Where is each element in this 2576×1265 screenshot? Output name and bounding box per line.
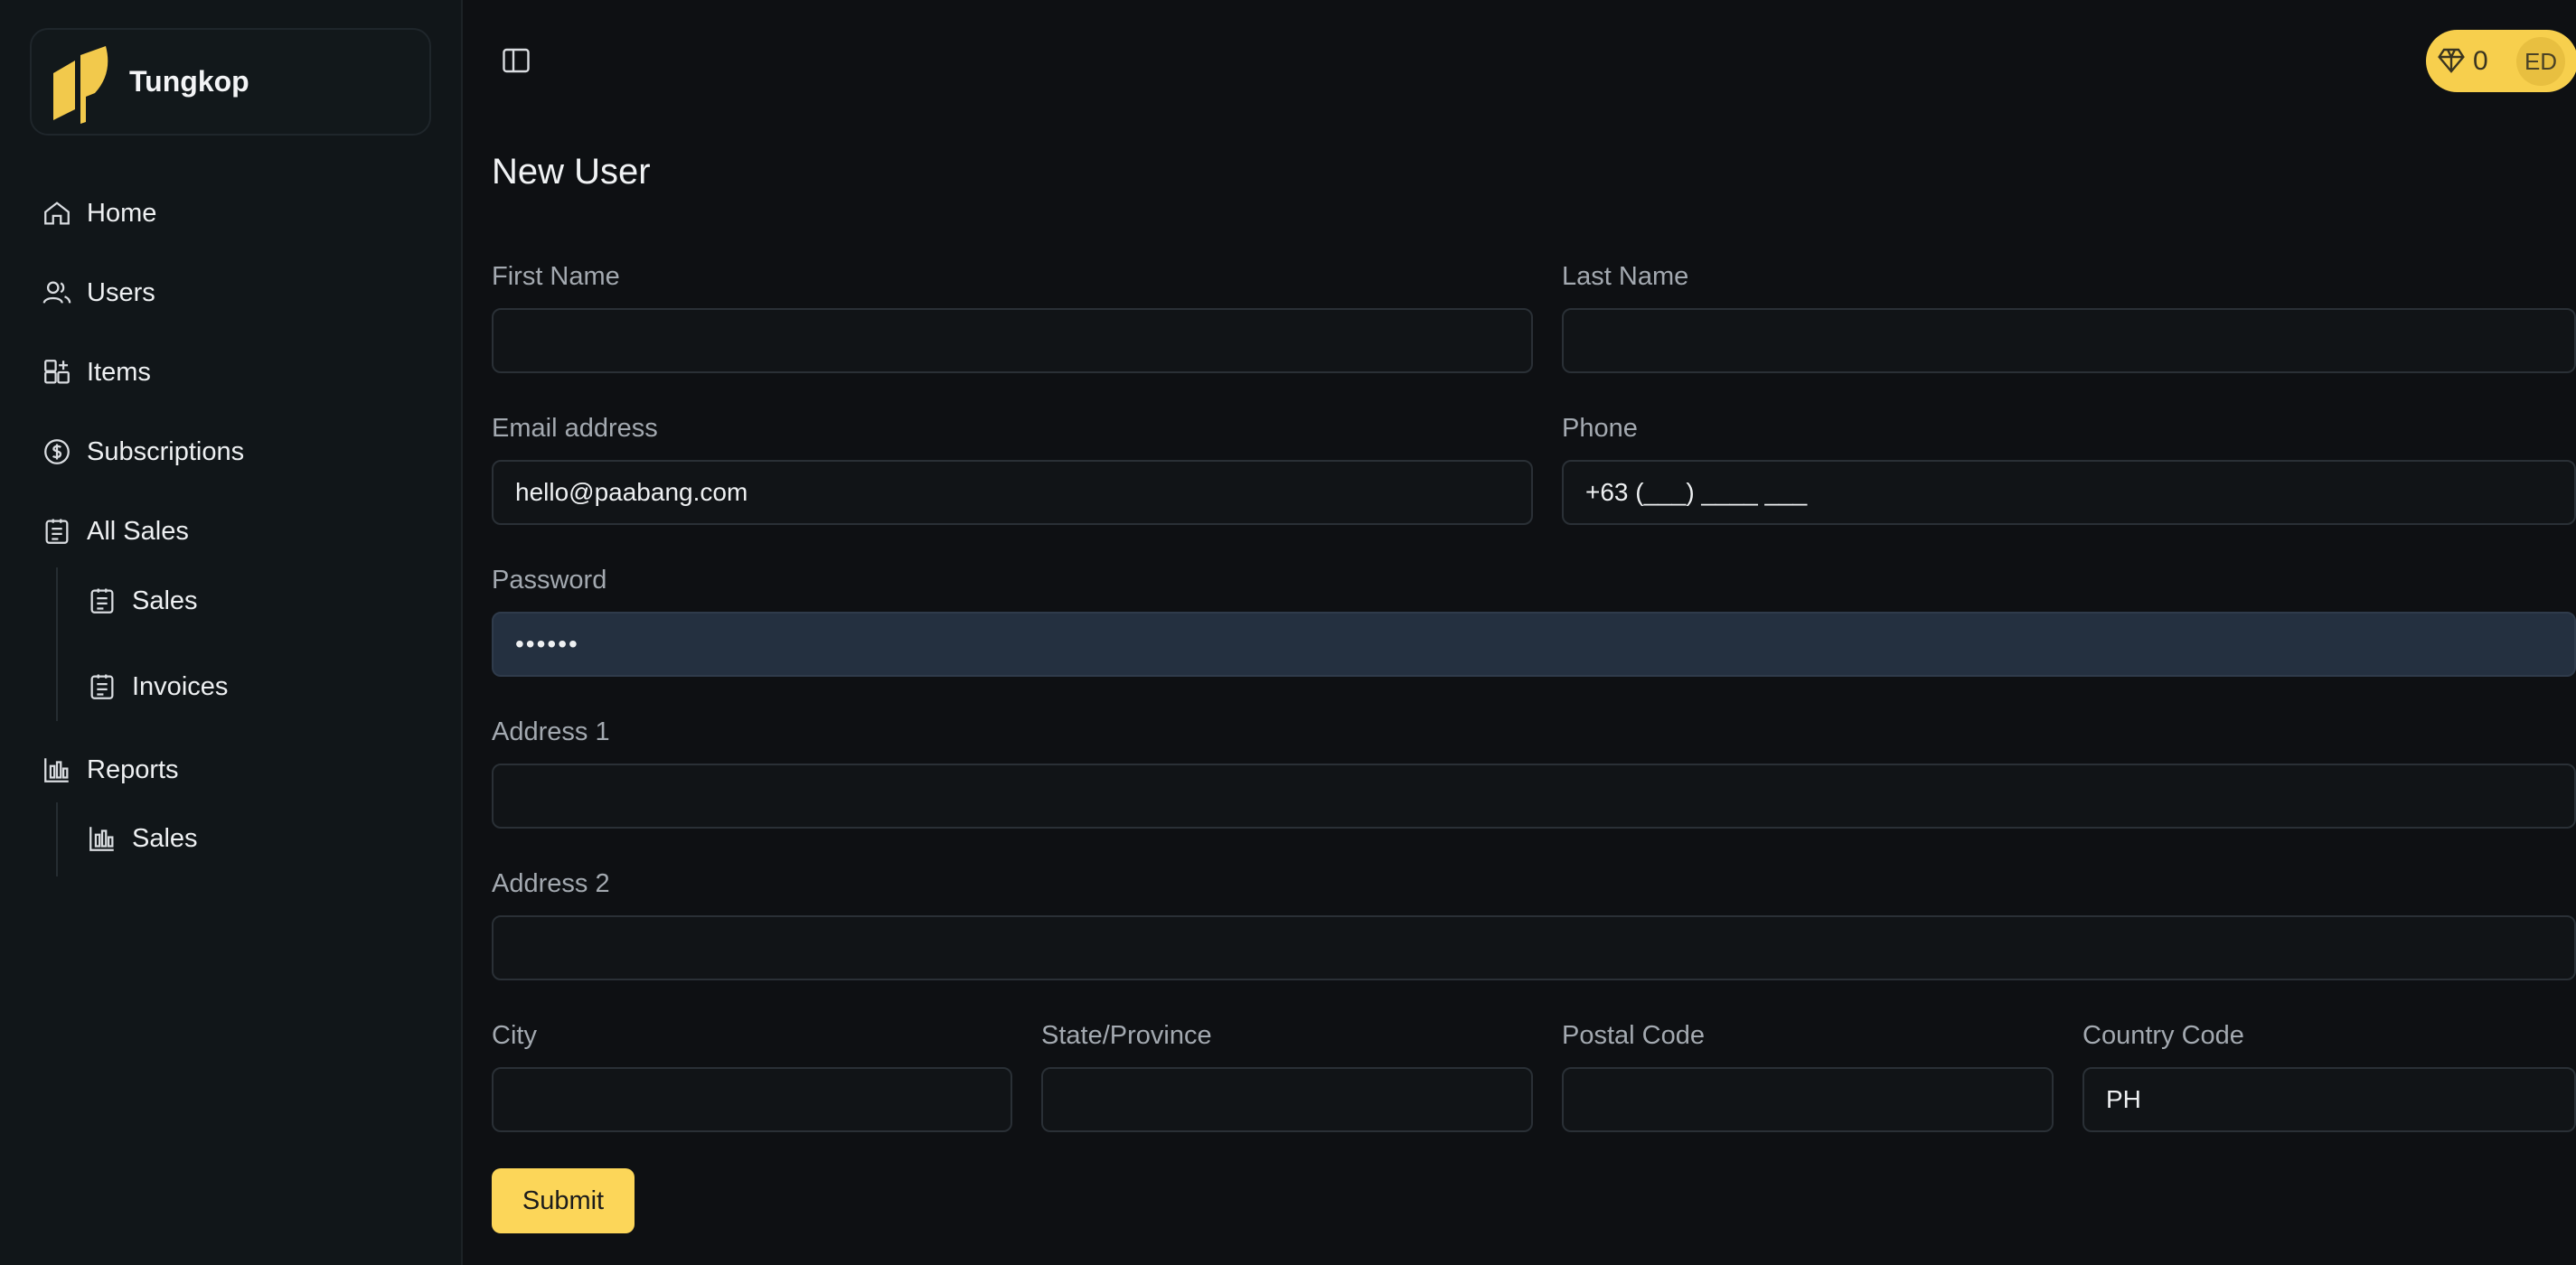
avatar[interactable]: ED [2516, 37, 2565, 86]
home-icon [42, 198, 72, 229]
address2-label: Address 2 [492, 869, 610, 898]
sidebar-item-label: Reports [87, 754, 179, 784]
user-pill[interactable]: 0 ED [2426, 30, 2576, 92]
sidebar-item-reports[interactable]: Reports [42, 747, 179, 792]
clipboard-list-icon [87, 671, 118, 702]
brand-name: Tungkop [129, 65, 249, 98]
sidebar-item-users[interactable]: Users [42, 270, 155, 315]
submenu-guide-line [56, 802, 58, 876]
submenu-guide-line [56, 567, 58, 721]
sidebar-item-label: Home [87, 198, 157, 228]
clipboard-list-icon [42, 516, 72, 547]
address2-input[interactable] [492, 915, 2576, 980]
page-title: New User [492, 152, 651, 192]
state-label: State/Province [1041, 1021, 1212, 1050]
password-label: Password [492, 566, 607, 595]
sidebar-item-label: Sales [132, 823, 198, 853]
bar-chart-icon [42, 754, 72, 785]
country-code-input[interactable] [2082, 1067, 2576, 1132]
grid-plus-icon [42, 357, 72, 388]
dollar-coin-icon [42, 436, 72, 467]
sidebar-item-all-sales[interactable]: All Sales [42, 509, 189, 554]
phone-label: Phone [1562, 414, 1638, 443]
sidebar-item-subscriptions[interactable]: Subscriptions [42, 429, 244, 474]
gem-count: 0 [2473, 45, 2488, 76]
address1-label: Address 1 [492, 717, 610, 746]
phone-input[interactable] [1562, 460, 2576, 525]
bar-chart-icon [87, 823, 118, 854]
first-name-label: First Name [492, 262, 620, 291]
sidebar-subitem-reports-sales[interactable]: Sales [87, 816, 198, 861]
last-name-label: Last Name [1562, 262, 1689, 291]
sidebar-item-label: Invoices [132, 671, 229, 701]
sidebar-item-items[interactable]: Items [42, 350, 151, 395]
postal-code-input[interactable] [1562, 1067, 2054, 1132]
tungkop-logo-icon [53, 46, 108, 124]
password-input[interactable] [492, 612, 2576, 677]
users-icon [42, 277, 72, 308]
gem-icon [2438, 48, 2465, 73]
city-input[interactable] [492, 1067, 1012, 1132]
brand-card[interactable]: Tungkop [30, 28, 431, 136]
last-name-input[interactable] [1562, 308, 2576, 373]
sidebar-item-home[interactable]: Home [42, 191, 156, 236]
first-name-input[interactable] [492, 308, 1533, 373]
state-input[interactable] [1041, 1067, 1533, 1132]
sidebar-toggle-button[interactable] [500, 44, 532, 77]
sidebar-subitem-invoices[interactable]: Invoices [87, 664, 228, 709]
city-label: City [492, 1021, 537, 1050]
sidebar-item-label: Users [87, 277, 155, 307]
panel-left-icon [503, 48, 530, 73]
email-label: Email address [492, 414, 658, 443]
submit-button[interactable]: Submit [492, 1168, 635, 1233]
country-code-label: Country Code [2082, 1021, 2244, 1050]
sidebar-item-label: Subscriptions [87, 436, 245, 466]
address1-input[interactable] [492, 764, 2576, 829]
sidebar-item-label: Sales [132, 586, 198, 615]
postal-code-label: Postal Code [1562, 1021, 1705, 1050]
sidebar-item-label: Items [87, 357, 151, 387]
sidebar-item-label: All Sales [87, 516, 189, 546]
sidebar: Tungkop Home Users Items Subscriptions A… [0, 0, 463, 1265]
sidebar-subitem-sales[interactable]: Sales [87, 578, 198, 623]
email-input[interactable] [492, 460, 1533, 525]
clipboard-list-icon [87, 586, 118, 616]
